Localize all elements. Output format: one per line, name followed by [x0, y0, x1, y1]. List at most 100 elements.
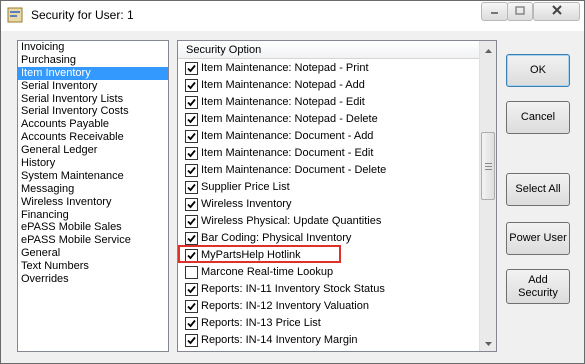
- option-checkbox[interactable]: [185, 62, 198, 75]
- option-label: Item Maintenance: Notepad - Edit: [201, 96, 365, 108]
- column-header-security-option[interactable]: Security Option: [178, 41, 479, 59]
- option-checkbox[interactable]: [185, 96, 198, 109]
- option-checkbox[interactable]: [185, 164, 198, 177]
- add-security-button-label: Add Security: [518, 273, 558, 299]
- app-icon: [7, 7, 23, 23]
- scroll-thumb[interactable]: [481, 132, 495, 200]
- option-checkbox[interactable]: [185, 113, 198, 126]
- scroll-down-icon: [485, 337, 492, 349]
- option-checkbox[interactable]: [185, 300, 198, 313]
- option-checkbox[interactable]: [185, 334, 198, 347]
- category-item[interactable]: Item Inventory: [18, 66, 168, 80]
- cancel-button[interactable]: Cancel: [506, 101, 570, 134]
- category-item[interactable]: Financing: [18, 209, 168, 222]
- category-item[interactable]: ePASS Mobile Service: [18, 234, 168, 247]
- column-header-label: Security Option: [186, 44, 262, 56]
- ok-button-label: OK: [530, 64, 546, 76]
- option-row[interactable]: Reports: IN-11 Inventory Stock Status: [178, 281, 479, 298]
- option-row[interactable]: Item Maintenance: Notepad - Add: [178, 77, 479, 94]
- vertical-scrollbar[interactable]: [479, 41, 496, 351]
- category-item[interactable]: Serial Inventory Costs: [18, 105, 168, 118]
- option-label: Reports: IN-12 Inventory Valuation: [201, 300, 369, 312]
- option-label: Item Maintenance: Notepad - Delete: [201, 113, 378, 125]
- option-label: Item Maintenance: Document - Edit: [201, 147, 374, 159]
- option-checkbox[interactable]: [185, 266, 198, 279]
- close-button[interactable]: [533, 2, 580, 21]
- option-label: Reports: IN-11 Inventory Stock Status: [201, 283, 385, 295]
- scroll-down-button[interactable]: [480, 334, 496, 351]
- option-label: Marcone Real-time Lookup: [201, 266, 334, 278]
- category-item[interactable]: System Maintenance: [18, 170, 168, 183]
- maximize-button[interactable]: [507, 2, 533, 21]
- category-item[interactable]: Accounts Receivable: [18, 131, 168, 144]
- add-security-button[interactable]: Add Security: [506, 269, 570, 304]
- option-label: MyPartsHelp Hotlink: [201, 249, 301, 261]
- option-checkbox[interactable]: [185, 249, 198, 262]
- option-row[interactable]: Item Maintenance: Notepad - Edit: [178, 94, 479, 111]
- option-checkbox[interactable]: [185, 79, 198, 92]
- option-row[interactable]: Wireless Physical: Update Quantities: [178, 213, 479, 230]
- security-dialog: Security for User: 1 Invoicing Purchasing…: [0, 0, 585, 364]
- category-item[interactable]: General Ledger: [18, 144, 168, 157]
- security-options-list[interactable]: Security Option Item Maintenance: Notepa…: [177, 40, 497, 352]
- option-row[interactable]: Item Maintenance: Document - Edit: [178, 145, 479, 162]
- category-item[interactable]: Purchasing: [18, 54, 168, 67]
- option-row[interactable]: Item Maintenance: Notepad - Delete: [178, 111, 479, 128]
- window-title: Security for User: 1: [31, 8, 134, 22]
- option-row[interactable]: Supplier Price List: [178, 179, 479, 196]
- category-item[interactable]: Invoicing: [18, 41, 168, 54]
- category-item[interactable]: Serial Inventory: [18, 80, 168, 93]
- category-item[interactable]: Accounts Payable: [18, 118, 168, 131]
- option-row[interactable]: Reports: IN-12 Inventory Valuation: [178, 298, 479, 315]
- option-row[interactable]: Reports: IN-13 Price List: [178, 315, 479, 332]
- option-label: Wireless Inventory: [201, 198, 292, 210]
- cancel-button-label: Cancel: [520, 111, 556, 123]
- option-row[interactable]: Wireless Inventory: [178, 196, 479, 213]
- option-label: Item Maintenance: Notepad - Print: [201, 62, 369, 74]
- option-checkbox[interactable]: [185, 215, 198, 228]
- category-item[interactable]: General: [18, 247, 168, 260]
- title-bar[interactable]: Security for User: 1: [1, 1, 584, 31]
- option-label: Bar Coding: Physical Inventory: [201, 232, 352, 244]
- option-row[interactable]: Bar Coding: Physical Inventory: [178, 230, 479, 247]
- power-user-button[interactable]: Power User: [506, 222, 570, 255]
- scroll-up-button[interactable]: [480, 41, 496, 58]
- option-checkbox[interactable]: [185, 181, 198, 194]
- option-checkbox[interactable]: [185, 283, 198, 296]
- option-label: Wireless Physical: Update Quantities: [201, 215, 382, 227]
- select-all-button[interactable]: Select All: [506, 173, 570, 206]
- power-user-button-label: Power User: [509, 232, 567, 244]
- option-row[interactable]: Item Maintenance: Document - Delete: [178, 162, 479, 179]
- category-item[interactable]: ePASS Mobile Sales: [18, 221, 168, 234]
- maximize-icon: [515, 5, 525, 18]
- option-row[interactable]: Marcone Real-time Lookup: [178, 264, 479, 281]
- option-checkbox[interactable]: [185, 130, 198, 143]
- category-item[interactable]: History: [18, 157, 168, 170]
- close-icon: [551, 5, 562, 18]
- minimize-button[interactable]: [481, 2, 508, 21]
- option-checkbox[interactable]: [185, 198, 198, 211]
- option-row[interactable]: Reports: IN-14 Inventory Margin: [178, 332, 479, 349]
- category-item[interactable]: Overrides: [18, 273, 168, 286]
- ok-button[interactable]: OK: [506, 54, 570, 87]
- option-checkbox[interactable]: [185, 232, 198, 245]
- minimize-icon: [490, 6, 499, 18]
- grip-line: [485, 166, 492, 167]
- category-item[interactable]: Messaging: [18, 183, 168, 196]
- option-row[interactable]: Item Maintenance: Notepad - Print: [178, 60, 479, 77]
- option-label: Reports: IN-14 Inventory Margin: [201, 334, 358, 346]
- option-checkbox[interactable]: [185, 317, 198, 330]
- category-item[interactable]: Serial Inventory Lists: [18, 93, 168, 106]
- options-rows: Item Maintenance: Notepad - Print Item Ma…: [178, 60, 479, 349]
- option-label: Supplier Price List: [201, 181, 290, 193]
- option-checkbox[interactable]: [185, 147, 198, 160]
- option-row[interactable]: MyPartsHelp Hotlink: [178, 247, 479, 264]
- option-label: Item Maintenance: Document - Add: [201, 130, 374, 142]
- grip-line: [485, 169, 492, 170]
- category-item[interactable]: Wireless Inventory: [18, 196, 168, 209]
- category-list[interactable]: Invoicing Purchasing Item Inventory Serial …: [17, 40, 169, 352]
- option-label: Reports: IN-13 Price List: [201, 317, 321, 329]
- option-row[interactable]: Item Maintenance: Document - Add: [178, 128, 479, 145]
- select-all-button-label: Select All: [515, 183, 561, 195]
- category-item[interactable]: Text Numbers: [18, 260, 168, 273]
